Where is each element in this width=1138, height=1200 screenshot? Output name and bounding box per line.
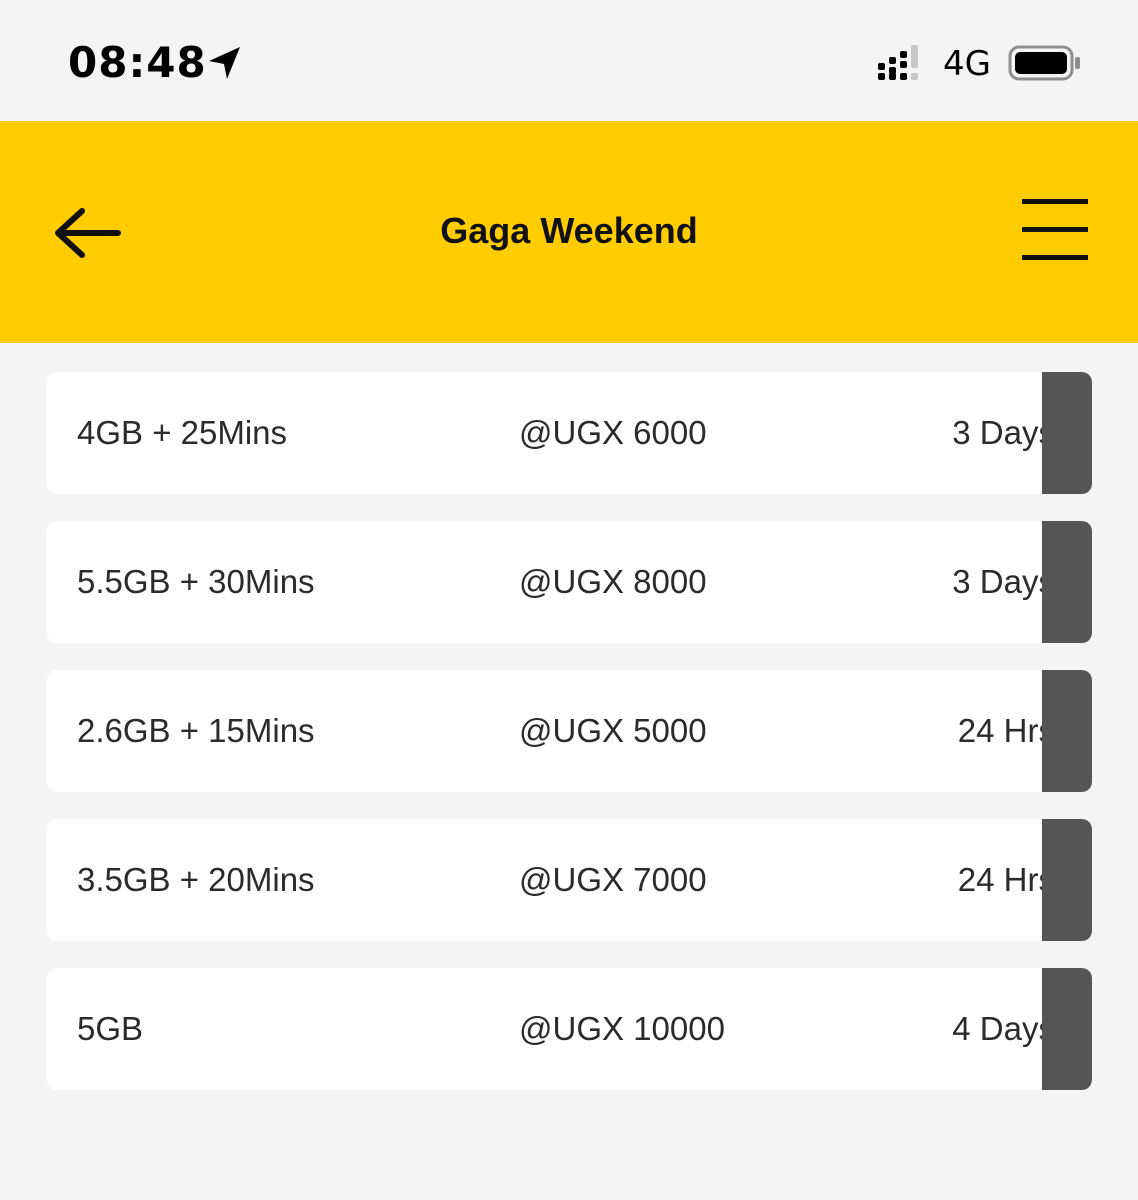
bundle-card[interactable]: 5GB @UGX 10000 4 Days (47, 968, 1092, 1090)
bundle-validity: 24 Hrs (957, 861, 1055, 898)
bundle-size: 2.6GB + 15Mins (77, 712, 315, 749)
buy-handle[interactable] (1042, 521, 1092, 643)
bundle-size: 5.5GB + 30Mins (77, 563, 315, 600)
bundle-price: @UGX 5000 (519, 712, 707, 749)
page-title: Gaga Weekend (440, 210, 698, 251)
status-time: 08:48 (68, 38, 207, 87)
bundle-price: @UGX 6000 (519, 414, 707, 451)
bundle-card[interactable]: 3.5GB + 20Mins @UGX 7000 24 Hrs (47, 819, 1092, 941)
network-label: 4G (943, 44, 991, 84)
bundle-validity: 3 Days (952, 563, 1055, 600)
bundle-price: @UGX 7000 (519, 861, 707, 898)
signal-icon (878, 45, 918, 80)
bundle-price: @UGX 10000 (519, 1010, 725, 1047)
buy-handle[interactable] (1042, 372, 1092, 494)
location-arrow-icon (209, 47, 240, 79)
bundle-validity: 24 Hrs (957, 712, 1055, 749)
bundle-list: 4GB + 25Mins @UGX 6000 3 Days 5.5GB + 30… (47, 372, 1092, 1117)
bundle-card[interactable]: 2.6GB + 15Mins @UGX 5000 24 Hrs (47, 670, 1092, 792)
bundle-card[interactable]: 4GB + 25Mins @UGX 6000 3 Days (47, 372, 1092, 494)
bundle-size: 5GB (77, 1010, 144, 1047)
buy-handle[interactable] (1042, 819, 1092, 941)
bundle-size: 3.5GB + 20Mins (77, 861, 315, 898)
bundle-card[interactable]: 5.5GB + 30Mins @UGX 8000 3 Days (47, 521, 1092, 643)
battery-icon (1008, 45, 1080, 81)
status-bar: 08:48 4G (0, 0, 1138, 121)
bundle-price: @UGX 8000 (519, 563, 707, 600)
buy-handle[interactable] (1042, 670, 1092, 792)
hamburger-menu-icon[interactable] (1016, 193, 1092, 267)
bundle-validity: 3 Days (952, 414, 1055, 451)
bundle-size: 4GB + 25Mins (77, 414, 288, 451)
buy-handle[interactable] (1042, 968, 1092, 1090)
bundle-validity: 4 Days (952, 1010, 1055, 1047)
app-header: Gaga Weekend (0, 121, 1138, 343)
